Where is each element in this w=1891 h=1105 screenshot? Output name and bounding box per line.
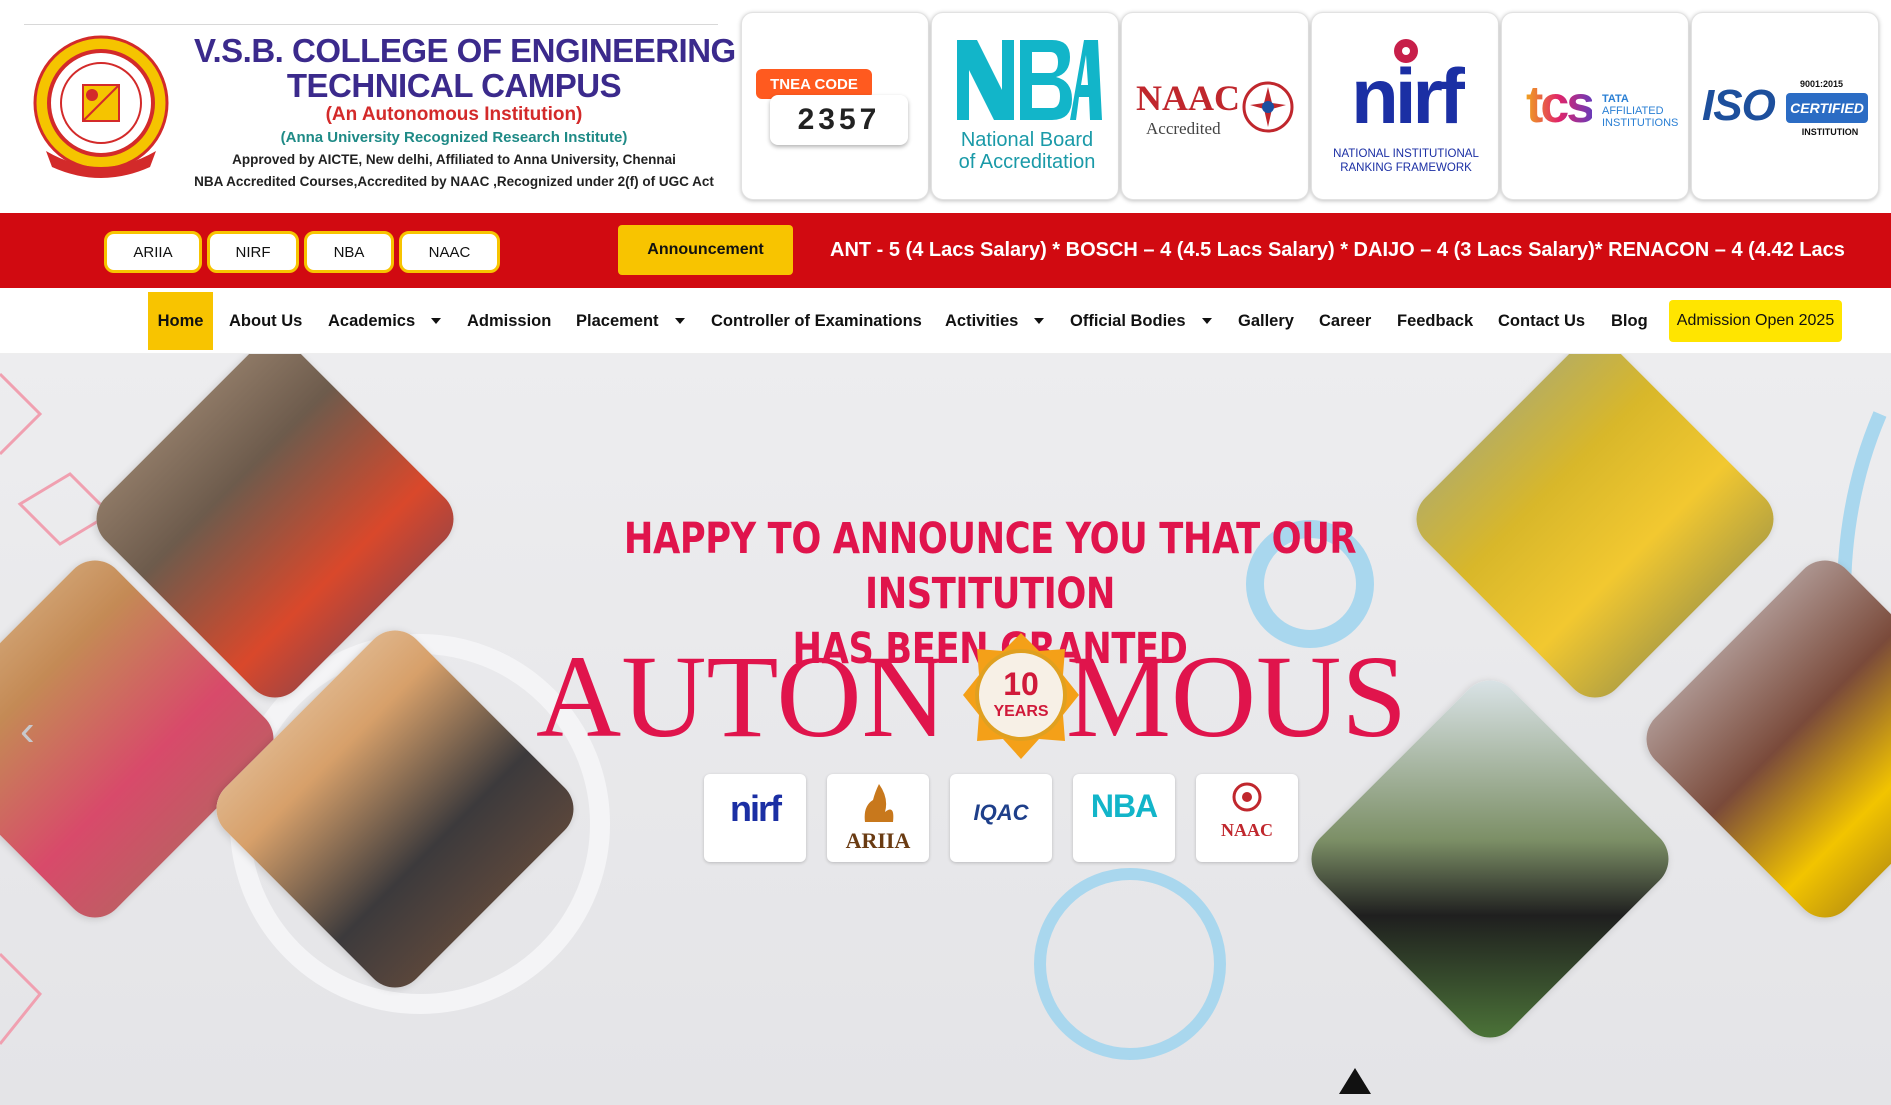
announcement-ticker[interactable]: ANT - 5 (4 Lacs Salary) * BOSCH – 4 (4.5… bbox=[830, 232, 1891, 268]
nav-gallery-label: Gallery bbox=[1238, 311, 1294, 330]
accred-nba-card: NBA bbox=[1073, 774, 1175, 862]
accred-ariia-label: ARIIA bbox=[845, 828, 911, 853]
iso-subtitle: INSTITUTION bbox=[1801, 127, 1859, 137]
nav-admission[interactable]: Admission bbox=[467, 292, 551, 350]
chevron-down-icon bbox=[1034, 318, 1045, 324]
accreditation-text: NBA Accredited Courses,Accredited by NAA… bbox=[194, 174, 714, 189]
nav-activities-label: Activities bbox=[945, 311, 1019, 330]
nav-coe-label: Controller of Examinations bbox=[711, 311, 922, 330]
approval-text: Approved by AICTE, New delhi, Affiliated… bbox=[232, 152, 676, 167]
nirf-subtitle-1: NATIONAL INSTITUTIONAL bbox=[1333, 148, 1479, 160]
nav-feedback[interactable]: Feedback bbox=[1397, 292, 1473, 350]
chevron-down-icon bbox=[674, 318, 685, 324]
accred-iqac-label: IQAC bbox=[973, 800, 1029, 825]
college-name-line2: TECHNICAL CAMPUS bbox=[286, 67, 622, 104]
chevron-down-icon bbox=[1201, 318, 1212, 324]
nav-activities[interactable]: Activities bbox=[945, 292, 1045, 350]
pill-nba[interactable]: NBA bbox=[304, 231, 394, 273]
ten-years-badge: 10 YEARS bbox=[961, 631, 1081, 761]
college-branding[interactable]: V.S.B. COLLEGE OF ENGINEERING TECHNICAL … bbox=[24, 24, 736, 198]
nirf-logo-card[interactable]: nirf NATIONAL INSTITUTIONAL RANKING FRAM… bbox=[1311, 12, 1499, 200]
nav-gallery[interactable]: Gallery bbox=[1238, 292, 1294, 350]
pill-naac[interactable]: NAAC bbox=[399, 231, 500, 273]
tnea-code: 2357 bbox=[770, 95, 908, 145]
ten-years-word: YEARS bbox=[993, 703, 1049, 720]
hero-slider[interactable]: HAPPY TO ANNOUNCE YOU THAT OUR INSTITUTI… bbox=[0, 354, 1891, 1105]
slider-prev-arrow[interactable]: ‹ bbox=[20, 706, 35, 756]
naac-subtitle: Accredited bbox=[1146, 119, 1221, 138]
nav-placement[interactable]: Placement bbox=[576, 292, 685, 350]
tcs-sub-2: AFFILIATED bbox=[1602, 105, 1664, 117]
nirf-subtitle-2: RANKING FRAMEWORK bbox=[1340, 162, 1472, 174]
nirf-title: nirf bbox=[1351, 52, 1465, 140]
main-nav: Home About Us Academics Admission Placem… bbox=[0, 288, 1891, 354]
nav-career-label: Career bbox=[1319, 311, 1372, 330]
nba-logo-icon bbox=[957, 40, 1102, 120]
nav-home[interactable]: Home bbox=[148, 292, 213, 350]
nav-about-us[interactable]: About Us bbox=[229, 292, 302, 350]
accred-nba-label: NBA bbox=[1090, 788, 1158, 824]
accred-ariia-card: ARIIA bbox=[827, 774, 929, 862]
nav-blog-label: Blog bbox=[1611, 311, 1648, 330]
nav-home-label: Home bbox=[157, 311, 204, 330]
hero-title-line1: HAPPY TO ANNOUNCE YOU THAT OUR INSTITUTI… bbox=[623, 514, 1357, 619]
research-tagline: (Anna University Recognized Research Ins… bbox=[280, 129, 628, 146]
hero-autonomous-right: MOUS bbox=[1066, 631, 1407, 762]
college-name-line1: V.S.B. COLLEGE OF ENGINEERING bbox=[194, 32, 736, 69]
nav-about-us-label: About Us bbox=[229, 311, 303, 330]
accreditation-logo-row: nirf ARIIA IQAC NBA NAAC bbox=[700, 774, 1302, 864]
scroll-to-top-icon[interactable] bbox=[1339, 1068, 1371, 1094]
naac-emblem-icon bbox=[1242, 81, 1294, 133]
nav-placement-label: Placement bbox=[576, 311, 659, 330]
nav-contact-us[interactable]: Contact Us bbox=[1498, 292, 1585, 350]
nav-feedback-label: Feedback bbox=[1397, 311, 1474, 330]
accred-nirf-card: nirf bbox=[704, 774, 806, 862]
autonomous-tagline: (An Autonomous Institution) bbox=[325, 104, 583, 125]
nav-academics[interactable]: Academics bbox=[328, 292, 442, 350]
nba-title-line2: of Accreditation bbox=[958, 151, 1096, 173]
ariia-flame-icon bbox=[864, 784, 894, 822]
iso-logo-card[interactable]: 9001:2015 ISO CERTIFIED INSTITUTION bbox=[1691, 12, 1879, 200]
hero-autonomous-left: AUTON bbox=[536, 631, 947, 762]
college-name: V.S.B. COLLEGE OF ENGINEERING TECHNICAL … bbox=[194, 32, 736, 193]
nav-admission-label: Admission bbox=[467, 311, 552, 330]
tnea-code-card[interactable]: TNEA CODE 2357 bbox=[741, 12, 929, 200]
nba-title-line1: National Board bbox=[960, 129, 1094, 151]
pill-nirf[interactable]: NIRF bbox=[207, 231, 299, 273]
naac-title: NAAC bbox=[1136, 78, 1240, 118]
announcement-button[interactable]: Announcement bbox=[618, 225, 793, 275]
iso-certified-badge: CERTIFIED bbox=[1786, 93, 1868, 123]
accred-naac-card: NAAC bbox=[1196, 774, 1298, 862]
nav-academics-label: Academics bbox=[328, 311, 416, 330]
iso-title: ISO bbox=[1702, 81, 1776, 130]
nav-contact-us-label: Contact Us bbox=[1498, 311, 1586, 330]
admission-open-button[interactable]: Admission Open 2025 bbox=[1669, 300, 1842, 342]
chevron-down-icon bbox=[431, 318, 442, 324]
quick-links-bar: ARIIA NIRF NBA NAAC Announcement ANT - 5… bbox=[0, 213, 1891, 288]
site-header: V.S.B. COLLEGE OF ENGINEERING TECHNICAL … bbox=[0, 0, 1891, 213]
nav-official-bodies[interactable]: Official Bodies bbox=[1070, 292, 1212, 350]
accred-naac-label: NAAC bbox=[1221, 820, 1273, 840]
nav-official-bodies-label: Official Bodies bbox=[1070, 311, 1186, 330]
pill-ariia[interactable]: ARIIA bbox=[104, 231, 202, 273]
accred-iqac-card: IQAC bbox=[950, 774, 1052, 862]
ten-years-number: 10 bbox=[1003, 666, 1039, 702]
accred-nirf-label: nirf bbox=[730, 788, 782, 829]
nav-blog[interactable]: Blog bbox=[1611, 292, 1648, 350]
naac-logo-card[interactable]: NAAC Accredited bbox=[1121, 12, 1309, 200]
nav-career[interactable]: Career bbox=[1319, 292, 1371, 350]
nav-controller-of-examinations[interactable]: Controller of Examinations bbox=[711, 292, 922, 350]
college-seal-icon bbox=[33, 35, 169, 178]
iso-year: 9001:2015 bbox=[1800, 79, 1844, 89]
nba-logo-card[interactable]: National Board of Accreditation bbox=[931, 12, 1119, 200]
naac-emblem-small-icon bbox=[1232, 782, 1262, 812]
tcs-sub-3: INSTITUTIONS bbox=[1602, 117, 1679, 129]
tcs-logo-card[interactable]: tcs TATA AFFILIATED INSTITUTIONS bbox=[1501, 12, 1689, 200]
tcs-sub-1: TATA bbox=[1602, 93, 1629, 105]
tcs-title: tcs bbox=[1526, 76, 1595, 134]
